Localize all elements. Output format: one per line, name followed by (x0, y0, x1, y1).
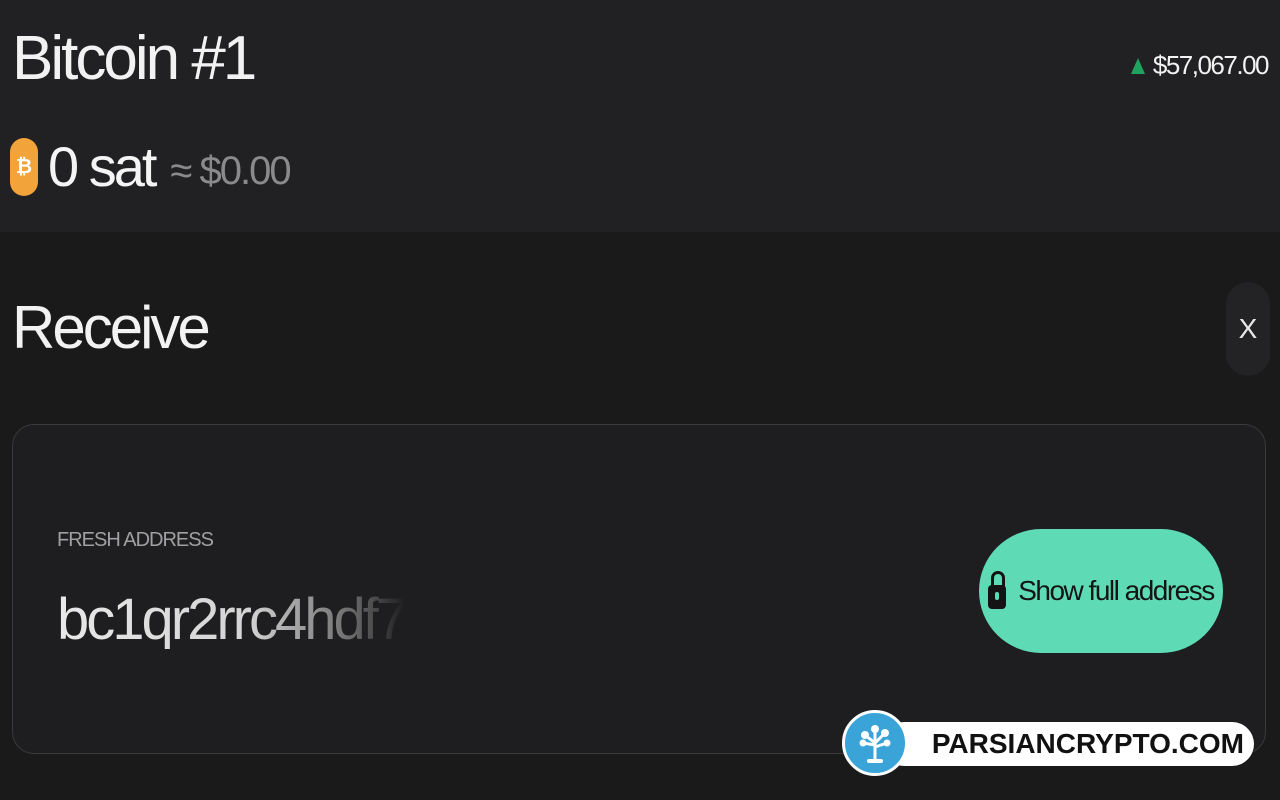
account-title: Bitcoin #1 (12, 24, 257, 93)
address-preview: bc1qr2rrc4hdf7 (57, 587, 408, 652)
close-button[interactable]: X (1226, 282, 1270, 376)
price-ticker: $57,067.00 (1130, 50, 1270, 81)
show-full-address-button[interactable]: Show full address (979, 529, 1223, 653)
close-icon: X (1238, 313, 1258, 344)
balance-row: ₿ 0 sat ≈ $0.00 (10, 135, 292, 198)
trend-up-icon (1130, 57, 1145, 74)
account-header: Bitcoin #1 $57,067.00 ₿ 0 sat ≈ $0.00 (0, 0, 1280, 232)
balance-amount: 0 sat (48, 135, 157, 198)
balance-fiat: ≈ $0.00 (170, 149, 291, 193)
address-card: FRESH ADDRESS bc1qr2rrc4hdf7 Show full a… (12, 424, 1266, 754)
show-full-address-label: Show full address (1018, 575, 1215, 606)
bitcoin-icon: ₿ (10, 138, 38, 196)
watermark-text: PARSIANCRYPTO.COM (882, 722, 1254, 766)
watermark-logo-icon (842, 710, 908, 776)
receive-title: Receive (12, 294, 211, 361)
price-value: $57,067.00 (1152, 50, 1270, 80)
fresh-address-label: FRESH ADDRESS (57, 529, 214, 551)
lock-icon (988, 571, 1007, 611)
watermark: PARSIANCRYPTO.COM (842, 710, 1254, 776)
